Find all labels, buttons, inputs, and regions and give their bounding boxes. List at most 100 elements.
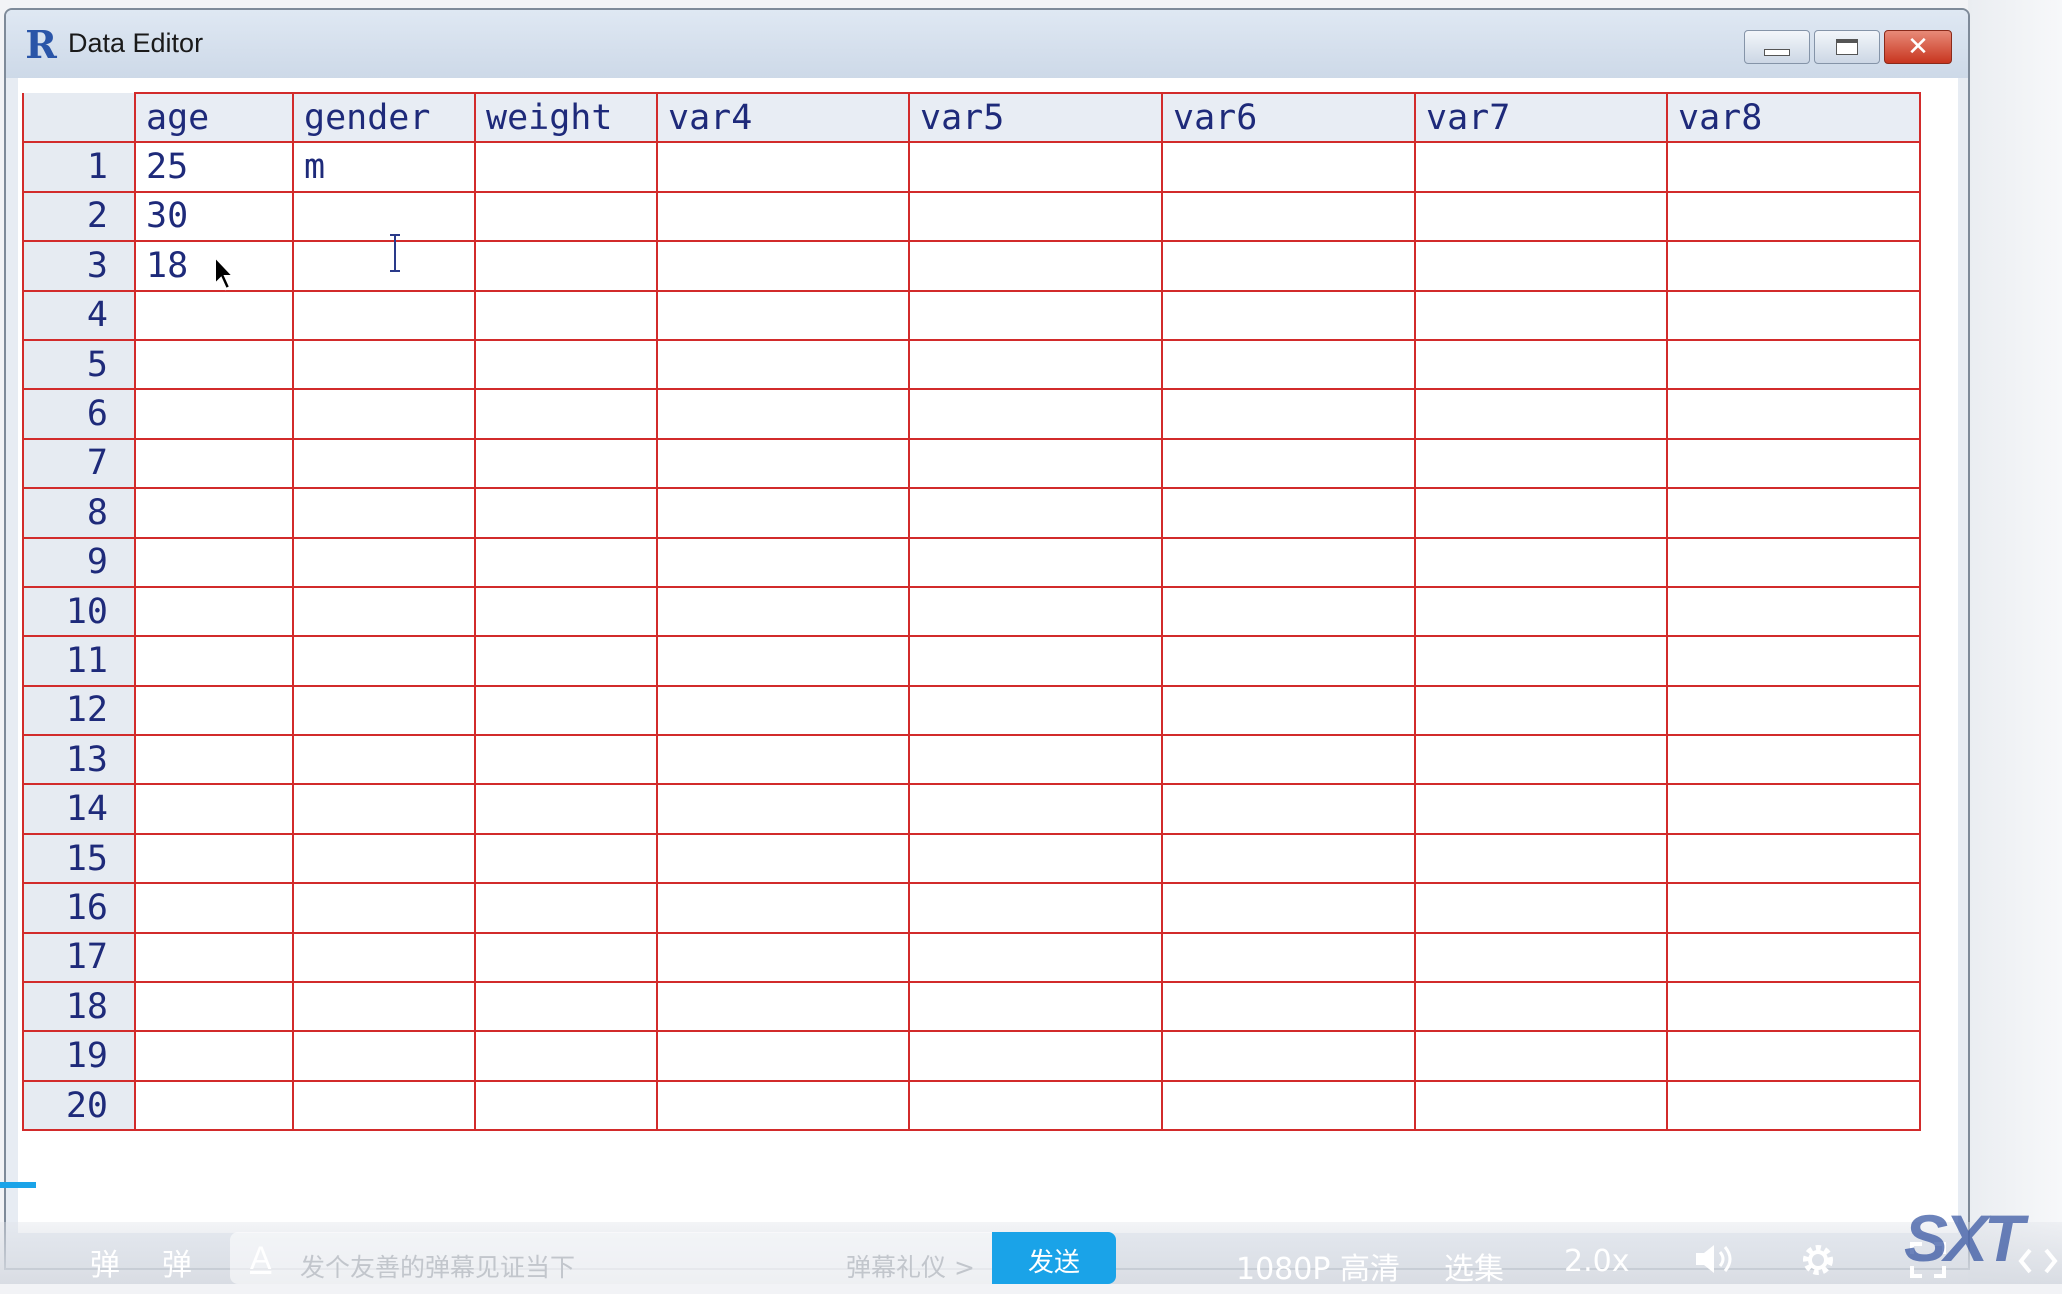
column-header-var7[interactable]: var7 (1414, 91, 1668, 144)
cell-var8[interactable] (1666, 882, 1921, 934)
cell-var5[interactable] (908, 635, 1163, 687)
cell-var5[interactable] (908, 931, 1163, 984)
row-header[interactable]: 13 (22, 734, 136, 786)
cell-var6[interactable] (1161, 1030, 1416, 1082)
cell-var5[interactable] (908, 734, 1163, 786)
cell-weight[interactable] (474, 437, 658, 490)
code-toggle-icon[interactable] (2018, 1246, 2058, 1276)
cell-var7[interactable] (1414, 882, 1668, 934)
cell-var8[interactable] (1666, 832, 1921, 885)
cell-var7[interactable] (1414, 832, 1668, 885)
column-header-gender[interactable]: gender (292, 91, 476, 144)
cell-var4[interactable] (656, 437, 910, 490)
cell-var4[interactable] (656, 388, 910, 440)
cell-var6[interactable] (1161, 536, 1416, 588)
cell-age[interactable] (134, 388, 294, 440)
cell-age[interactable] (134, 585, 294, 638)
cell-age[interactable] (134, 289, 294, 341)
maximize-button[interactable] (1814, 30, 1880, 64)
cell-var8[interactable] (1666, 487, 1921, 539)
danmu-placeholder[interactable]: 发个友善的弹幕见证当下 (300, 1248, 575, 1284)
cell-var6[interactable] (1161, 487, 1416, 539)
cell-var7[interactable] (1414, 635, 1668, 687)
cell-var5[interactable] (908, 141, 1163, 193)
cell-var4[interactable] (656, 1030, 910, 1082)
cell-var6[interactable] (1161, 190, 1416, 243)
speed-selector[interactable]: 2.0x (1564, 1244, 1629, 1279)
cell-var4[interactable] (656, 338, 910, 391)
cell-var4[interactable] (656, 289, 910, 341)
cell-weight[interactable] (474, 981, 658, 1033)
volume-icon[interactable] (1694, 1242, 1736, 1276)
cell-var8[interactable] (1666, 783, 1921, 835)
cell-var7[interactable] (1414, 1030, 1668, 1082)
cell-var8[interactable] (1666, 240, 1921, 292)
cell-var8[interactable] (1666, 684, 1921, 737)
cell-weight[interactable] (474, 338, 658, 391)
row-header[interactable]: 5 (22, 338, 136, 391)
row-header[interactable]: 14 (22, 783, 136, 835)
cell-var7[interactable] (1414, 388, 1668, 440)
cell-var4[interactable] (656, 141, 910, 193)
video-progress-bar[interactable] (0, 1182, 36, 1188)
row-header[interactable]: 20 (22, 1079, 136, 1132)
row-header[interactable]: 16 (22, 882, 136, 934)
cell-var6[interactable] (1161, 734, 1416, 786)
cell-var6[interactable] (1161, 981, 1416, 1033)
cell-weight[interactable] (474, 487, 658, 539)
cell-gender[interactable] (292, 734, 476, 786)
danmu-toggle-icon[interactable]: 弹 (90, 1240, 120, 1284)
cell-var5[interactable] (908, 981, 1163, 1033)
column-header-var4[interactable]: var4 (656, 91, 910, 144)
row-header[interactable]: 19 (22, 1030, 136, 1082)
cell-var8[interactable] (1666, 338, 1921, 391)
cell-var4[interactable] (656, 684, 910, 737)
column-header-age[interactable]: age (134, 91, 294, 144)
cell-var6[interactable] (1161, 1079, 1416, 1132)
cell-var6[interactable] (1161, 338, 1416, 391)
cell-var5[interactable] (908, 882, 1163, 934)
cell-var5[interactable] (908, 684, 1163, 737)
cell-var5[interactable] (908, 190, 1163, 243)
cell-var5[interactable] (908, 338, 1163, 391)
row-header[interactable]: 12 (22, 684, 136, 737)
cell-var5[interactable] (908, 487, 1163, 539)
cell-age[interactable]: 25 (134, 141, 294, 193)
cell-gender[interactable] (292, 882, 476, 934)
cell-var6[interactable] (1161, 635, 1416, 687)
cell-var5[interactable] (908, 437, 1163, 490)
cell-var8[interactable] (1666, 141, 1921, 193)
cell-age[interactable] (134, 684, 294, 737)
cell-weight[interactable] (474, 141, 658, 193)
row-header[interactable]: 10 (22, 585, 136, 638)
cell-weight[interactable] (474, 931, 658, 984)
close-button[interactable]: ✕ (1884, 30, 1952, 64)
cell-gender[interactable]: m (292, 141, 476, 193)
cell-var6[interactable] (1161, 437, 1416, 490)
danmu-etiquette-link[interactable]: 弹幕礼仪 > (846, 1248, 975, 1284)
cell-weight[interactable] (474, 734, 658, 786)
cell-var8[interactable] (1666, 635, 1921, 687)
cell-var6[interactable] (1161, 388, 1416, 440)
cell-var4[interactable] (656, 931, 910, 984)
cell-age[interactable] (134, 1030, 294, 1082)
cell-gender[interactable] (292, 388, 476, 440)
cell-var7[interactable] (1414, 734, 1668, 786)
cell-weight[interactable] (474, 1030, 658, 1082)
cell-gender[interactable] (292, 585, 476, 638)
cell-var5[interactable] (908, 289, 1163, 341)
cell-weight[interactable] (474, 388, 658, 440)
cell-var7[interactable] (1414, 585, 1668, 638)
cell-var7[interactable] (1414, 981, 1668, 1033)
cell-var4[interactable] (656, 981, 910, 1033)
cell-var7[interactable] (1414, 487, 1668, 539)
cell-var8[interactable] (1666, 931, 1921, 984)
cell-var7[interactable] (1414, 1079, 1668, 1132)
cell-weight[interactable] (474, 240, 658, 292)
cell-var4[interactable] (656, 783, 910, 835)
cell-var4[interactable] (656, 190, 910, 243)
cell-weight[interactable] (474, 585, 658, 638)
minimize-button[interactable] (1744, 30, 1810, 64)
cell-var6[interactable] (1161, 783, 1416, 835)
cell-var4[interactable] (656, 635, 910, 687)
